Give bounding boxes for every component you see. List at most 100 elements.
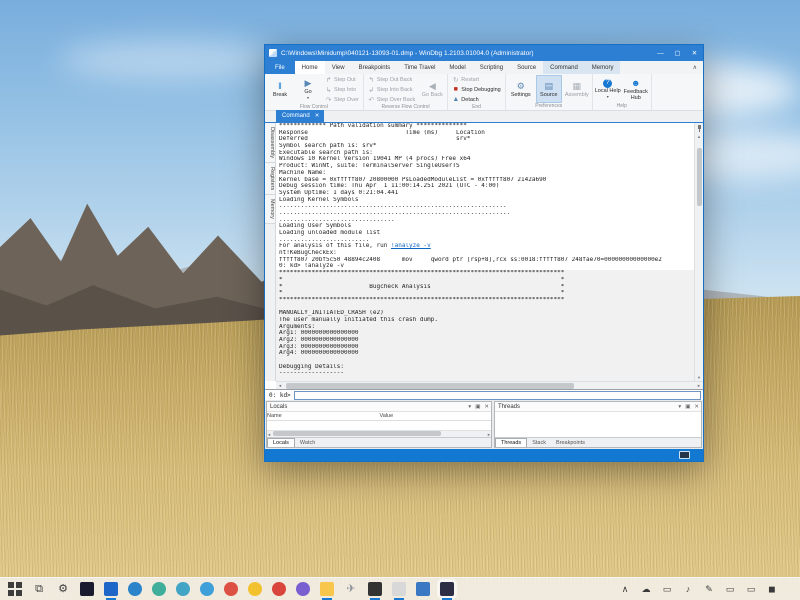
locals-horizontal-scrollbar[interactable]: ◄ ► bbox=[267, 430, 491, 437]
panel-tab[interactable]: Breakpoints bbox=[551, 438, 590, 447]
photos-icon[interactable] bbox=[416, 582, 430, 596]
ribbon-tab[interactable]: View bbox=[325, 61, 352, 74]
browser-blue-icon[interactable] bbox=[176, 582, 190, 596]
ribbon-tab[interactable]: Scripting bbox=[473, 61, 510, 74]
ribbon-tab[interactable]: Command bbox=[543, 61, 585, 74]
action-center-icon[interactable]: ◼ bbox=[766, 584, 778, 595]
minimize-button[interactable]: — bbox=[652, 45, 669, 61]
chat-bubble-icon[interactable]: ▭ bbox=[661, 584, 673, 595]
ribbon-tab[interactable]: Time Travel bbox=[397, 61, 442, 74]
source-button[interactable]: ▤ Source bbox=[536, 75, 562, 103]
threads-body[interactable] bbox=[495, 412, 701, 437]
docked-tab[interactable]: Registers bbox=[265, 163, 275, 195]
feedback-hub-button[interactable]: ☻ Feedback Hub bbox=[623, 75, 649, 103]
browser-teal-icon[interactable] bbox=[200, 582, 214, 596]
step-into-back-button[interactable]: ↲ Step Into Back bbox=[366, 85, 418, 94]
scroll-up-arrow[interactable]: ▲ bbox=[697, 133, 701, 140]
panel-float-icon[interactable]: ▣ bbox=[473, 404, 482, 410]
start-button[interactable] bbox=[8, 582, 22, 596]
step-out-back-button[interactable]: ↰ Step Out Back bbox=[366, 75, 418, 84]
scrollbar-thumb[interactable] bbox=[286, 383, 574, 389]
panel-tab[interactable]: Locals bbox=[267, 438, 295, 447]
scroll-down-arrow[interactable]: ▼ bbox=[697, 374, 701, 381]
settings-icon[interactable]: ⚙ bbox=[56, 582, 70, 596]
panel-close-icon[interactable]: ✕ bbox=[482, 404, 491, 410]
keyboard-icon[interactable]: ▭ bbox=[724, 584, 736, 595]
terminal-icon[interactable] bbox=[368, 582, 382, 596]
paper-plane-icon[interactable]: ✈ bbox=[344, 582, 358, 596]
go-button[interactable]: ▶ Go ▾ bbox=[295, 76, 321, 104]
column-header[interactable]: Name bbox=[267, 412, 282, 420]
restart-button[interactable]: ↻ Restart bbox=[450, 75, 502, 84]
console-status-icon[interactable] bbox=[679, 451, 690, 459]
chrome-canary-icon[interactable] bbox=[248, 582, 262, 596]
edge-icon[interactable] bbox=[128, 582, 142, 596]
close-button[interactable]: ✕ bbox=[686, 45, 703, 61]
onedrive-cloud-icon[interactable]: ☁ bbox=[640, 584, 652, 595]
command-input[interactable] bbox=[294, 391, 701, 400]
stop-debugging-button[interactable]: ■ Stop Debugging bbox=[450, 85, 502, 94]
ribbon-tab[interactable]: Model bbox=[442, 61, 472, 74]
browser-purple-icon[interactable] bbox=[296, 582, 310, 596]
close-icon[interactable]: ✕ bbox=[315, 113, 320, 119]
ribbon-collapse-chevron-icon[interactable]: ∧ bbox=[687, 61, 703, 74]
break-button[interactable]: ‖ Break bbox=[267, 76, 293, 104]
vertical-scrollbar[interactable]: ▲ ▼ bbox=[694, 123, 703, 381]
show-hidden-icons-chevron[interactable]: ∧ bbox=[619, 584, 631, 595]
chrome-icon[interactable] bbox=[224, 582, 238, 596]
locals-body[interactable] bbox=[267, 421, 491, 430]
panel-tab[interactable]: Threads bbox=[495, 438, 527, 447]
panel-menu-icon[interactable]: ▾ bbox=[676, 404, 683, 410]
panel-tab[interactable]: Stack bbox=[527, 438, 551, 447]
output-line: ****************************************… bbox=[276, 270, 694, 277]
docked-tab[interactable]: Disassembly bbox=[265, 123, 275, 163]
microsoft-store-icon[interactable] bbox=[80, 582, 94, 596]
panel-tab[interactable]: Watch bbox=[295, 438, 320, 447]
docked-tab[interactable]: Memory bbox=[265, 195, 275, 224]
group-label: Help bbox=[595, 103, 649, 110]
scrollbar-thumb[interactable] bbox=[697, 148, 702, 206]
title-bar[interactable]: C:\Windows\Minidump\040121-13093-01.dmp … bbox=[265, 45, 703, 61]
analyze-command-link[interactable]: !analyze -v bbox=[391, 243, 431, 249]
detach-icon: ▲ bbox=[452, 96, 459, 103]
step-into-button[interactable]: ↳ Step Into bbox=[323, 85, 361, 94]
column-header[interactable]: Value bbox=[282, 412, 491, 420]
scrollbar-track[interactable] bbox=[284, 383, 695, 389]
maximize-button[interactable]: ▢ bbox=[669, 45, 686, 61]
assembly-button[interactable]: ▦ Assembly bbox=[564, 75, 590, 103]
ribbon-tab[interactable]: Source bbox=[510, 61, 543, 74]
command-output[interactable]: ************* Path validation summary **… bbox=[276, 123, 694, 381]
detach-button[interactable]: ▲ Detach bbox=[450, 95, 502, 104]
panel-float-icon[interactable]: ▣ bbox=[683, 404, 692, 410]
task-view-button[interactable]: ⧉ bbox=[32, 582, 46, 596]
scrollbar-track[interactable] bbox=[696, 140, 703, 374]
scrollbar-thumb[interactable] bbox=[273, 431, 442, 436]
windbg-taskbar-icon[interactable] bbox=[440, 582, 454, 596]
edge-dev-icon[interactable] bbox=[152, 582, 166, 596]
pen-icon[interactable]: ✎ bbox=[703, 584, 715, 595]
panel-close-icon[interactable]: ✕ bbox=[692, 404, 701, 410]
volume-icon[interactable]: ♪ bbox=[682, 584, 694, 594]
ribbon-tab[interactable]: Breakpoints bbox=[352, 61, 398, 74]
step-over-back-button[interactable]: ↶ Step Over Back bbox=[366, 95, 418, 104]
scroll-right-arrow[interactable]: ► bbox=[695, 382, 703, 389]
mail-icon[interactable] bbox=[104, 582, 118, 596]
scroll-left-arrow[interactable]: ◄ bbox=[276, 382, 284, 389]
restart-icon: ↻ bbox=[452, 76, 459, 84]
touch-keyboard-icon[interactable]: ▭ bbox=[745, 584, 757, 595]
gray-app-icon[interactable] bbox=[392, 582, 406, 596]
command-tab[interactable]: Command ✕ bbox=[276, 110, 324, 122]
ribbon-tab[interactable]: Memory bbox=[585, 61, 621, 74]
panel-menu-icon[interactable]: ▾ bbox=[466, 404, 473, 410]
step-out-button[interactable]: ↱ Step Out bbox=[323, 75, 361, 84]
step-over-button[interactable]: ↷ Step Over bbox=[323, 95, 361, 104]
ribbon-tab[interactable]: File bbox=[265, 61, 295, 74]
browser-red-icon[interactable] bbox=[272, 582, 286, 596]
file-explorer-icon[interactable] bbox=[320, 582, 334, 596]
pin-icon[interactable] bbox=[695, 123, 704, 133]
horizontal-scrollbar[interactable]: ◄ ► bbox=[276, 381, 703, 389]
ribbon-tab[interactable]: Home bbox=[295, 61, 325, 74]
go-back-button[interactable]: ◀ Go Back bbox=[419, 76, 445, 104]
settings-button[interactable]: ⚙ Settings bbox=[508, 75, 534, 103]
local-help-button[interactable]: ? Local Help ▾ bbox=[595, 75, 621, 103]
